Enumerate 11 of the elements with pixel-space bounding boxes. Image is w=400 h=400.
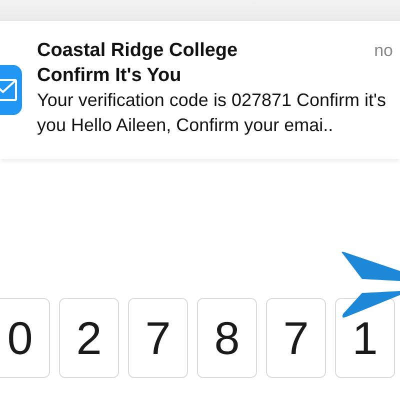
email-subject: Confirm It's You [37,64,182,88]
notification-time: no [374,40,393,62]
send-icon [340,251,400,319]
email-preview: Your verification code is 027871 Confirm it's you Hello Aileen, Confirm your emai.. [37,89,387,137]
sender-name: Coastal Ridge College [37,39,238,63]
code-digit: 2 [59,298,119,378]
code-digit: 7 [128,298,188,378]
code-digit: 0 [0,298,50,378]
code-digit: 7 [266,298,326,378]
code-digit: 8 [197,298,257,378]
notification-card[interactable]: Coastal Ridge College no Confirm It's You Your verification code is 027871 Confirm it's you Hello Aileen, Confirm your emai.. [0,20,400,159]
